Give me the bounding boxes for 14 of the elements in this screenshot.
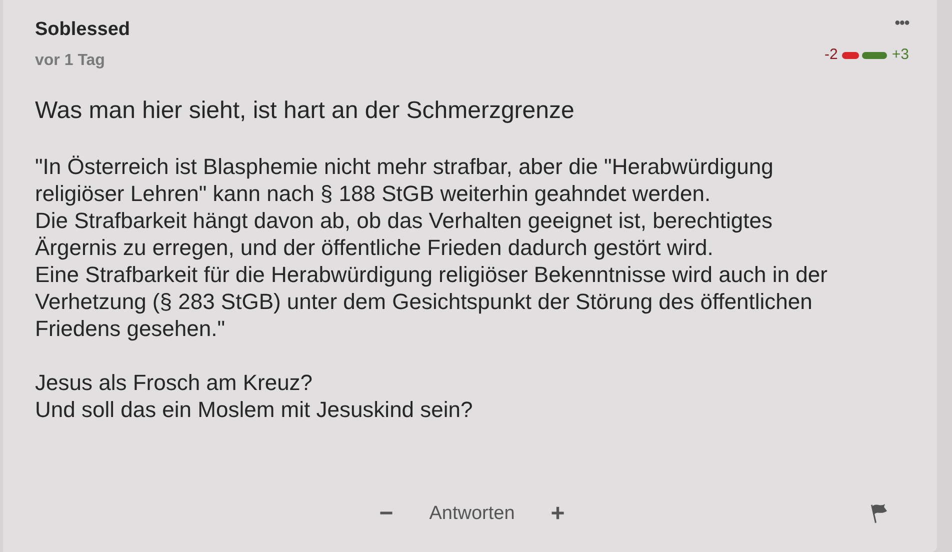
downvote-count: -2 [824, 45, 838, 65]
upvote-count: +3 [892, 45, 909, 65]
more-menu-button[interactable]: ••• [894, 16, 909, 32]
author-name[interactable]: Soblessed [35, 16, 130, 44]
downvote-bar [842, 52, 859, 59]
reply-button[interactable]: Antworten [429, 500, 515, 528]
upvote-bar [862, 52, 887, 59]
flag-icon[interactable] [869, 503, 889, 525]
downvote-button[interactable]: − [371, 496, 402, 532]
upvote-button[interactable]: + [542, 496, 573, 532]
comment-paragraph: Jesus als Frosch am Kreuz? Und soll das ein Moslem mit Jesuskind sein? [35, 368, 474, 422]
timestamp: vor 1 Tag [35, 50, 106, 70]
comment-title: Was man hier sieht, ist hart an der Schmerzgrenze [35, 96, 576, 126]
comment-paragraph: "In Österreich ist Blasphemie nicht mehr strafbar, aber die "Herabwürdigung religiöser Lehren" kann nach § 188 StGB weiterhin geahndet werden. Die Strafbarkeit hängt davon ab, ob das Verhalten geeignet ist, berechtigtes Ärgernis zu erregen, und der öffentliche Frieden dadurch gestört wird. Eine Strafbarkeit für die Herabwürdigung religiöser Bekenntnisse wird auch in der Verhetzung (§ 283 StGB) unter dem Gesichtspunkt der Störung des öffentlichen Friedens gesehen." [35, 152, 828, 342]
